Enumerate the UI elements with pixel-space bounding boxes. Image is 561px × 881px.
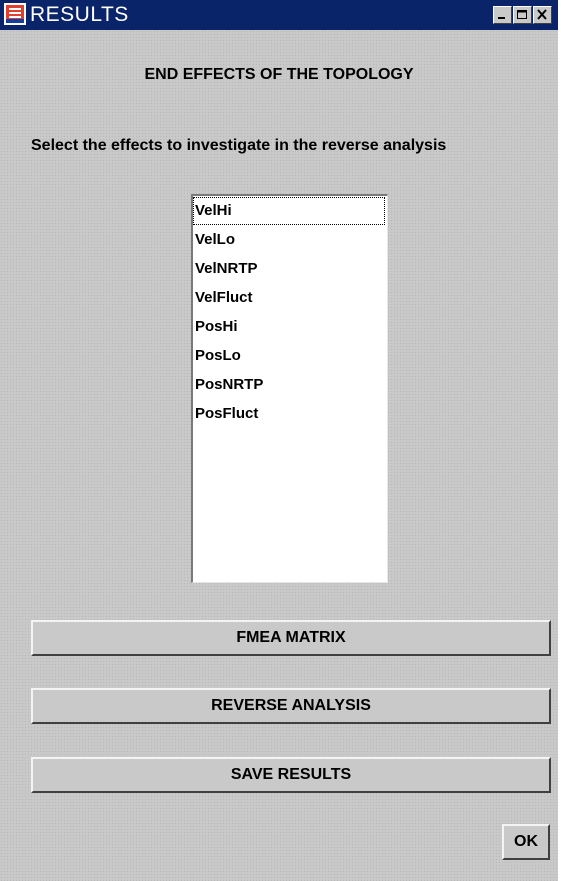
list-item[interactable]: VelNRTP <box>193 254 387 283</box>
effects-list[interactable]: VelHi VelLo VelNRTP VelFluct PosHi PosLo… <box>191 194 388 583</box>
list-item[interactable]: VelHi <box>193 197 385 225</box>
minimize-icon <box>498 17 505 19</box>
maximize-button[interactable] <box>513 6 532 24</box>
save-results-button[interactable]: SAVE RESULTS <box>31 757 551 793</box>
title-bar[interactable]: RESULTS <box>0 0 558 30</box>
page-heading: END EFFECTS OF THE TOPOLOGY <box>144 66 414 83</box>
fmea-matrix-button[interactable]: FMEA MATRIX <box>31 620 551 656</box>
list-item[interactable]: VelLo <box>193 225 387 254</box>
reverse-analysis-button[interactable]: REVERSE ANALYSIS <box>31 688 551 724</box>
close-icon <box>537 9 547 20</box>
list-item[interactable]: PosLo <box>193 341 387 370</box>
java-app-icon <box>4 3 26 25</box>
list-item[interactable]: PosHi <box>193 312 387 341</box>
window-title: RESULTS <box>30 3 129 26</box>
close-button[interactable] <box>533 6 552 24</box>
list-item[interactable]: VelFluct <box>193 283 387 312</box>
maximize-icon <box>517 10 527 19</box>
minimize-button[interactable] <box>493 6 512 24</box>
list-item[interactable]: PosNRTP <box>193 370 387 399</box>
ok-button[interactable]: OK <box>502 824 550 860</box>
instruction-text: Select the effects to investigate in the… <box>31 137 447 154</box>
results-window: RESULTS END EFFECTS OF THE TOPOLOGY Sele… <box>0 0 558 881</box>
list-item[interactable]: PosFluct <box>193 399 387 428</box>
